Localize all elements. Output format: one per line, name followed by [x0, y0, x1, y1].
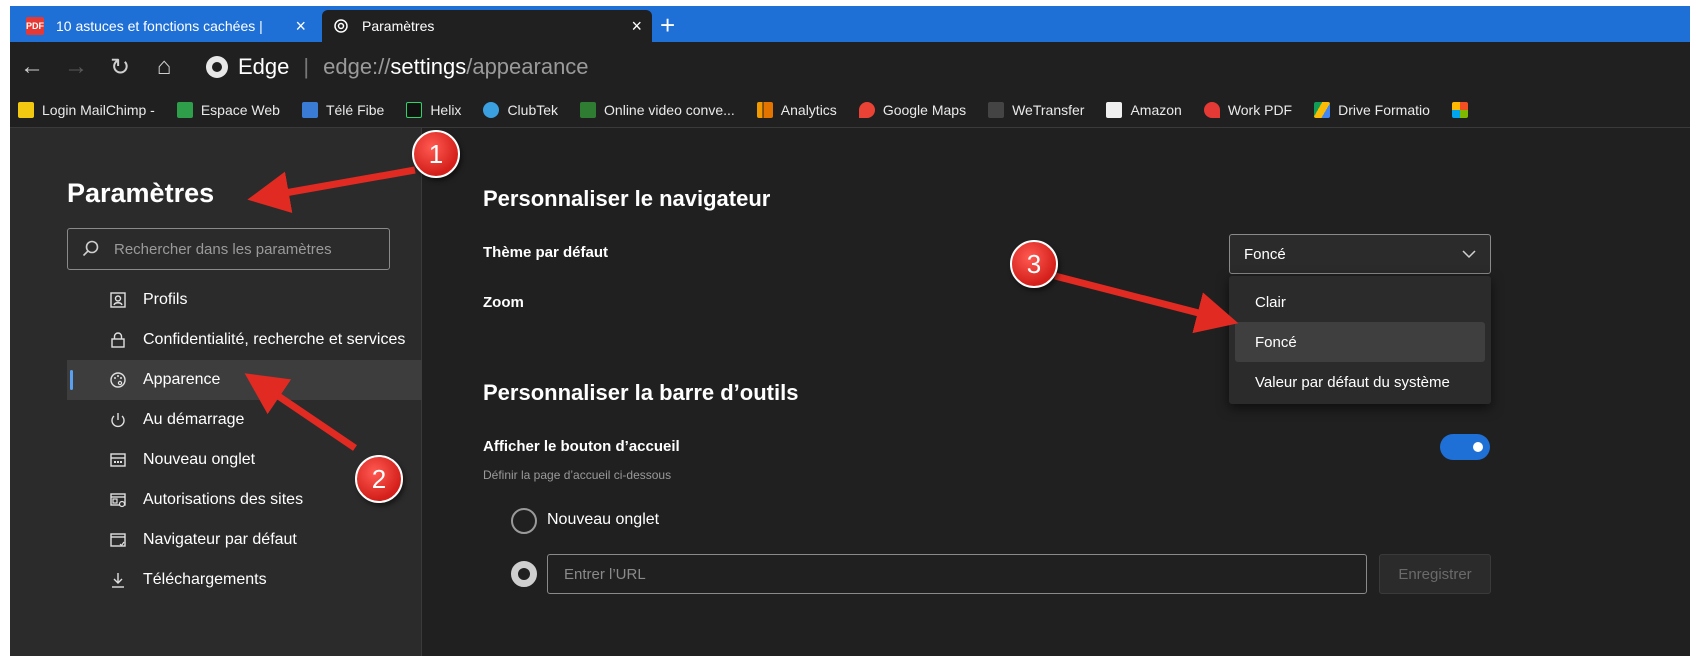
palette-icon	[107, 369, 129, 391]
google-maps-icon	[858, 101, 875, 118]
theme-option-system[interactable]: Valeur par défaut du système	[1235, 362, 1485, 402]
wetransfer-icon	[988, 101, 1005, 118]
theme-option-light[interactable]: Clair	[1235, 282, 1485, 322]
radio-custom-url[interactable]	[511, 561, 537, 587]
bookmark-item[interactable]: Work PDF	[1203, 101, 1292, 118]
section-title-toolbar: Personnaliser la barre d’outils	[483, 380, 799, 405]
bookmark-item[interactable]: Amazon	[1106, 101, 1182, 118]
browser-window: PDF 10 astuces et fonctions cachées | × …	[10, 6, 1690, 656]
omnibox-url: edge://settings/appearance	[323, 54, 589, 79]
tab-strip: PDF 10 astuces et fonctions cachées | × …	[10, 6, 1690, 42]
default-browser-icon	[107, 529, 129, 551]
theme-dropdown-menu: Clair Foncé Valeur par défaut du système	[1229, 276, 1491, 404]
edge-logo-icon	[206, 56, 228, 78]
bookmark-item[interactable]: Drive Formatio	[1314, 101, 1430, 118]
gear-icon	[332, 17, 350, 35]
bookmark-item[interactable]: ClubTek	[483, 101, 558, 118]
bookmarks-bar: Login MailChimp - Espace Web Télé Fibe H…	[10, 92, 1690, 128]
helix-icon	[406, 101, 423, 118]
work-pdf-icon	[1203, 101, 1220, 118]
theme-option-dark[interactable]: Foncé	[1235, 322, 1485, 362]
address-bar[interactable]: Edge | edge://settings/appearance	[206, 54, 589, 80]
mailchimp-icon	[18, 101, 34, 118]
theme-label: Thème par défaut	[483, 244, 609, 261]
address-toolbar: ← → ↻ ⌂ Edge | edge://settings/appearanc…	[10, 42, 1690, 92]
section-title-browser: Personnaliser le navigateur	[483, 186, 771, 211]
analytics-icon	[756, 101, 773, 118]
tab-title: 10 astuces et fonctions cachées |	[56, 18, 263, 34]
refresh-icon[interactable]: ↻	[98, 53, 142, 82]
power-icon	[107, 409, 129, 431]
settings-main: Personnaliser le navigateur Thème par dé…	[423, 128, 1690, 656]
tab-title: Paramètres	[362, 18, 435, 34]
sidebar-item-startup[interactable]: Au démarrage	[67, 400, 422, 440]
bookmark-item[interactable]: Google Maps	[858, 101, 966, 118]
radio-new-tab[interactable]	[511, 508, 537, 534]
zoom-label: Zoom	[483, 294, 524, 311]
bookmark-item[interactable]: Télé Fibe	[301, 101, 384, 118]
bookmark-item[interactable]: Analytics	[756, 101, 837, 118]
page-title: Paramètres	[67, 178, 215, 208]
site-permissions-icon	[107, 489, 129, 511]
theme-selected-value: Foncé	[1244, 245, 1286, 263]
download-icon	[107, 569, 129, 591]
bookmark-item[interactable]: Login MailChimp -	[18, 101, 155, 118]
profile-icon	[107, 289, 129, 311]
new-tab-page-icon	[107, 449, 129, 471]
bookmark-item[interactable]: Helix	[406, 101, 461, 118]
close-icon[interactable]: ×	[631, 16, 642, 37]
forward-icon[interactable]: →	[54, 53, 98, 81]
video-converter-icon	[580, 101, 597, 118]
pdf-icon: PDF	[26, 17, 44, 35]
tab-article[interactable]: PDF 10 astuces et fonctions cachées | ×	[16, 10, 316, 42]
lock-icon	[107, 329, 129, 351]
sidebar-item-appearance[interactable]: Apparence	[67, 360, 422, 400]
search-placeholder: Rechercher dans les paramètres	[114, 240, 332, 258]
omnibox-brand: Edge	[238, 54, 290, 79]
bookmark-item[interactable]: Espace Web	[176, 101, 280, 118]
new-tab-button[interactable]: +	[660, 12, 675, 38]
chevron-down-icon	[1462, 250, 1476, 259]
microsoft-icon	[1451, 101, 1468, 118]
bookmark-item[interactable]	[1451, 101, 1476, 118]
bookmark-item[interactable]: Online video conve...	[580, 101, 735, 118]
omnibox-separator: |	[303, 54, 310, 79]
annotation-badge-1: 1	[412, 130, 460, 178]
annotation-badge-2: 2	[355, 455, 403, 503]
home-button-description: Définir la page d’accueil ci-dessous	[483, 468, 672, 482]
bookmark-item[interactable]: WeTransfer	[988, 101, 1084, 118]
clubtek-icon	[483, 101, 500, 118]
close-icon[interactable]: ×	[295, 16, 306, 37]
sidebar-item-privacy[interactable]: Confidentialité, recherche et services	[67, 320, 422, 360]
annotation-badge-3: 3	[1010, 240, 1058, 288]
home-button-toggle[interactable]	[1440, 434, 1490, 460]
amazon-icon	[1106, 101, 1123, 118]
espace-web-icon	[176, 101, 193, 118]
search-icon	[82, 240, 99, 257]
home-button-label: Afficher le bouton d’accueil	[483, 438, 680, 455]
sidebar-item-profiles[interactable]: Profils	[67, 280, 422, 320]
tele-fibe-icon	[301, 101, 318, 118]
radio-new-tab-label: Nouveau onglet	[547, 511, 660, 528]
back-icon[interactable]: ←	[10, 53, 54, 81]
search-input[interactable]: Rechercher dans les paramètres	[67, 228, 390, 270]
tab-settings[interactable]: Paramètres ×	[322, 10, 652, 42]
google-drive-icon	[1314, 101, 1331, 118]
sidebar-item-downloads[interactable]: Téléchargements	[67, 560, 422, 600]
home-icon[interactable]: ⌂	[142, 53, 186, 81]
home-url-input[interactable]: Entrer l’URL	[547, 554, 1367, 594]
sidebar-item-default-browser[interactable]: Navigateur par défaut	[67, 520, 422, 560]
theme-select[interactable]: Foncé	[1229, 234, 1491, 274]
settings-sidebar: Paramètres Rechercher dans les paramètre…	[10, 128, 422, 656]
save-button[interactable]: Enregistrer	[1379, 554, 1491, 594]
